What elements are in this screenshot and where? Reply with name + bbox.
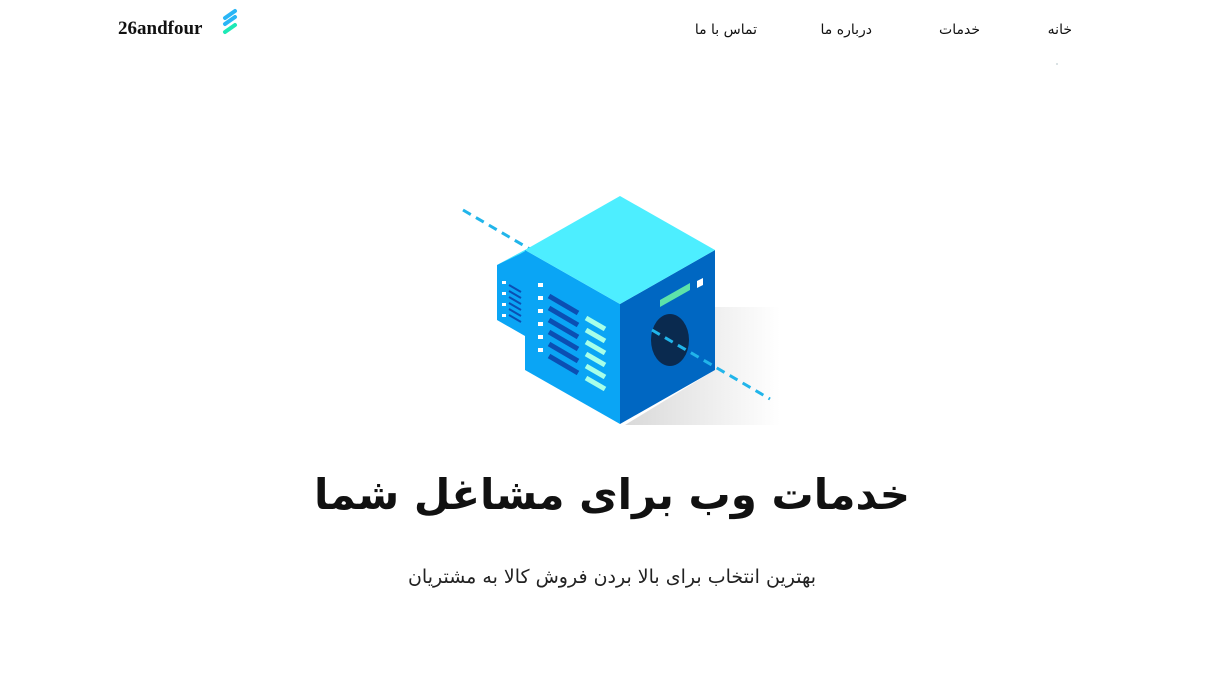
hero-illustration <box>455 190 785 435</box>
hero-subline: بهترین انتخاب برای بالا بردن فروش کالا ب… <box>407 566 817 588</box>
server-building-icon <box>462 196 780 425</box>
nav-contact[interactable]: تماس با ما <box>695 22 757 38</box>
hero-headline: خدمات وب برای مشاغل شما <box>313 470 911 519</box>
page: 26andfour خانه خدمات درباره ما تماس با م… <box>0 0 1224 676</box>
main-nav: خانه خدمات درباره ما تماس با ما <box>0 22 1224 46</box>
nav-services[interactable]: خدمات <box>939 22 980 38</box>
nav-about[interactable]: درباره ما <box>821 22 872 38</box>
nav-home[interactable]: خانه <box>1048 22 1072 38</box>
nav-indicator-dot <box>1056 63 1058 65</box>
